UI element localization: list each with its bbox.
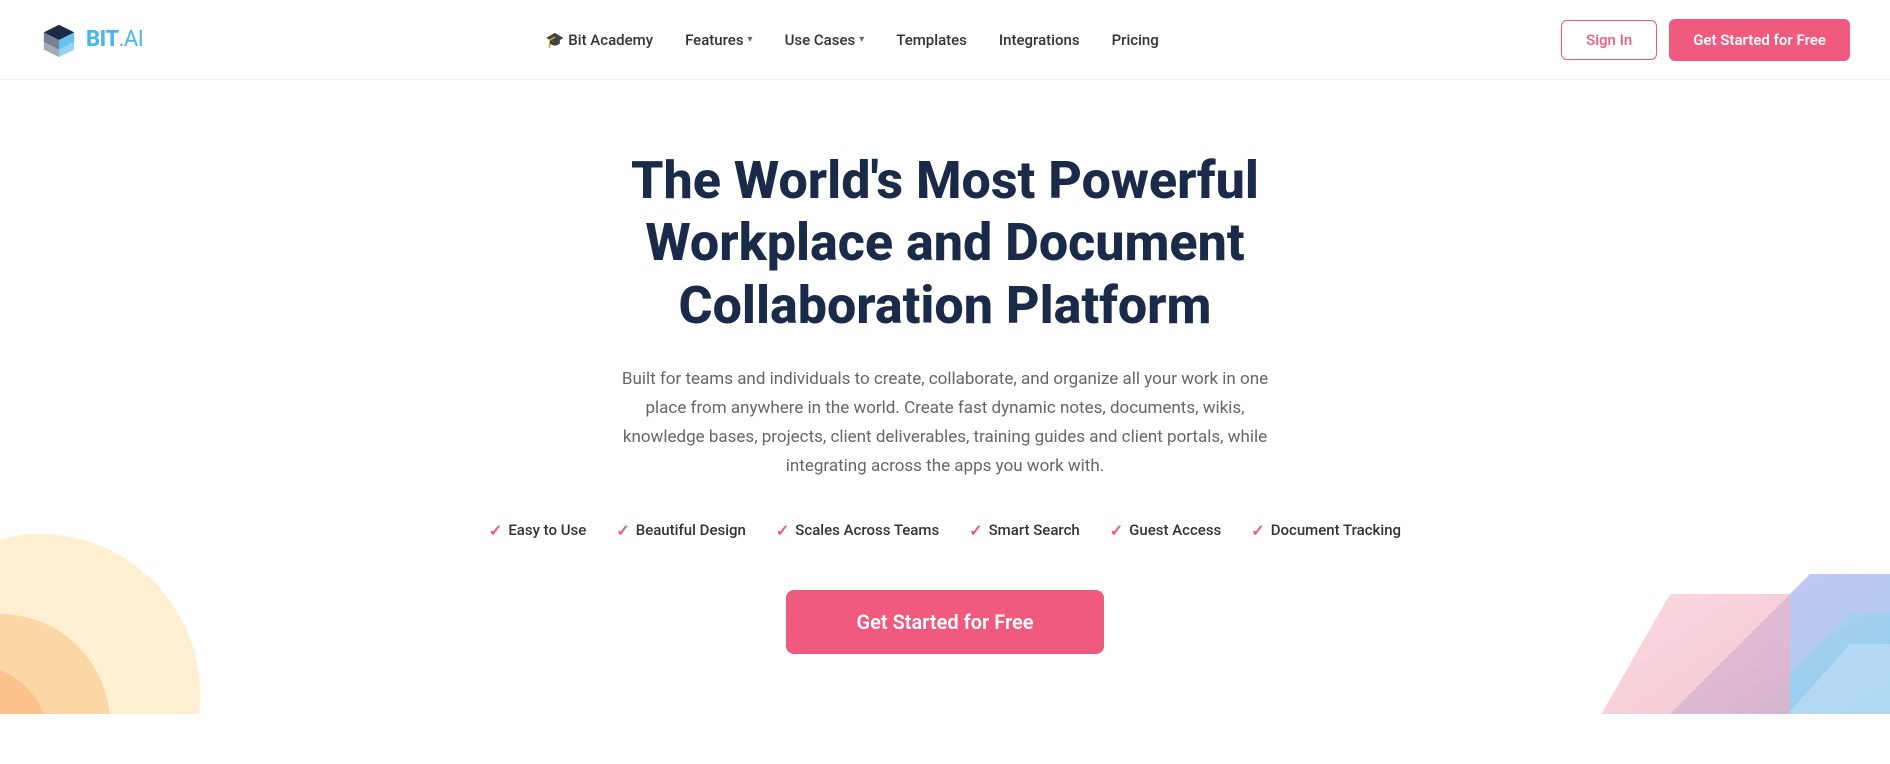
hero-subtitle: Built for teams and individuals to creat…: [605, 365, 1285, 481]
nav-item-integrations[interactable]: Integrations: [999, 31, 1080, 49]
deco-right-shape: [1590, 514, 1890, 714]
hero-title: The World's Most Powerful Workplace and …: [495, 150, 1395, 337]
check-icon: ✓: [1110, 521, 1123, 540]
logo-text: BIT.AI: [86, 27, 143, 52]
nav-item-use-cases[interactable]: Use Cases ▾: [785, 31, 865, 49]
nav-item-academy[interactable]: 🎓 Bit Academy: [546, 31, 653, 49]
hero-section: The World's Most Powerful Workplace and …: [0, 80, 1890, 714]
feature-beautiful-design: ✓ Beautiful Design: [616, 521, 746, 540]
chevron-down-icon: ▾: [859, 34, 864, 45]
nav-item-features[interactable]: Features ▾: [685, 31, 753, 49]
logo[interactable]: BIT.AI: [40, 21, 143, 59]
feature-guest-access: ✓ Guest Access: [1110, 521, 1222, 540]
nav-actions: Sign In Get Started for Free: [1561, 19, 1850, 61]
nav-item-templates[interactable]: Templates: [896, 31, 967, 49]
check-icon: ✓: [616, 521, 629, 540]
feature-document-tracking: ✓ Document Tracking: [1251, 521, 1401, 540]
chevron-down-icon: ▾: [748, 34, 753, 45]
deco-left-shape: [0, 464, 220, 714]
get-started-nav-button[interactable]: Get Started for Free: [1669, 19, 1850, 61]
features-row: ✓ Easy to Use ✓ Beautiful Design ✓ Scale…: [489, 521, 1401, 540]
academy-icon: 🎓: [546, 31, 565, 49]
nav-item-pricing[interactable]: Pricing: [1112, 31, 1159, 49]
feature-scales-across-teams: ✓ Scales Across Teams: [776, 521, 939, 540]
nav-links: 🎓 Bit Academy Features ▾ Use Cases ▾ Tem…: [546, 31, 1159, 49]
check-icon: ✓: [776, 521, 789, 540]
check-icon: ✓: [1251, 521, 1264, 540]
check-icon: ✓: [489, 521, 502, 540]
feature-easy-to-use: ✓ Easy to Use: [489, 521, 586, 540]
logo-icon: [40, 21, 78, 59]
get-started-hero-button[interactable]: Get Started for Free: [786, 590, 1103, 654]
check-icon: ✓: [969, 521, 982, 540]
feature-smart-search: ✓ Smart Search: [969, 521, 1080, 540]
navbar: BIT.AI 🎓 Bit Academy Features ▾ Use Case…: [0, 0, 1890, 80]
signin-button[interactable]: Sign In: [1561, 20, 1657, 60]
